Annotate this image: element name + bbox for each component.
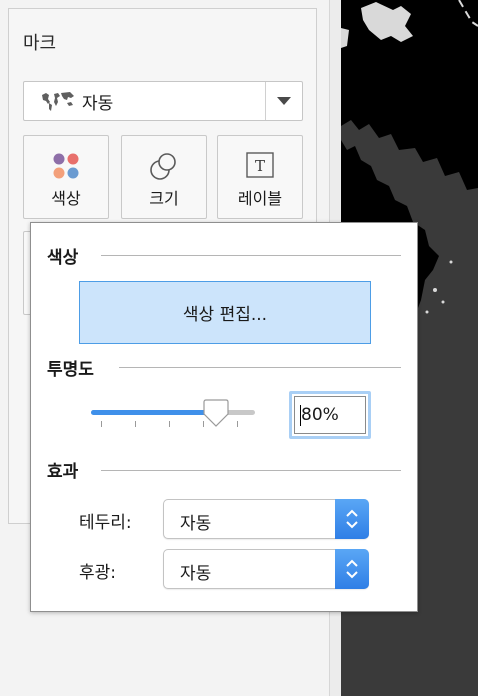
halo-select-value: 자동 [180,564,212,584]
opacity-input[interactable]: 80% [289,391,371,439]
divider [101,470,401,471]
size-button[interactable]: 크기 [121,135,207,219]
svg-text:T: T [255,157,265,175]
updown-chevron-icon [335,549,369,589]
color-button-label: 색상 [51,189,81,208]
size-button-label: 크기 [149,189,179,208]
divider [101,255,401,256]
halo-label: 후광: [79,563,117,583]
size-circles-icon [150,153,176,180]
opacity-slider-thumb[interactable] [203,399,229,427]
opacity-slider-ticks [91,421,255,429]
color-dots-icon [53,153,79,179]
border-select-value: 자동 [180,514,212,534]
updown-chevron-icon [335,499,369,539]
edit-colors-button[interactable]: 색상 편집... [79,281,371,344]
divider [119,367,401,368]
label-button[interactable]: T 레이블 [217,135,303,219]
color-button[interactable]: 색상 [23,135,109,219]
mark-type-dropdown[interactable]: 자동 [23,81,303,121]
opacity-section-heading: 투명도 [47,360,94,380]
color-section-heading: 색상 [47,248,79,268]
opacity-value: 80% [301,405,339,425]
opacity-slider[interactable] [91,410,255,415]
chevron-down-icon [277,97,291,105]
border-select[interactable]: 자동 [163,499,369,539]
effects-section-heading: 효과 [47,462,79,482]
label-button-label: 레이블 [237,189,283,208]
marks-title: 마크 [23,33,57,54]
mark-type-dropdown-arrow[interactable] [265,82,302,120]
mark-type-label: 자동 [82,93,114,114]
text-label-icon: T [246,152,274,178]
text-caret [300,405,301,426]
color-popover: 색상 색상 편집... 투명도 80% 효과 테두리: 자동 후광: 자동 [30,222,418,612]
map-icon [42,92,74,111]
halo-select[interactable]: 자동 [163,549,369,589]
border-label: 테두리: [79,513,132,533]
